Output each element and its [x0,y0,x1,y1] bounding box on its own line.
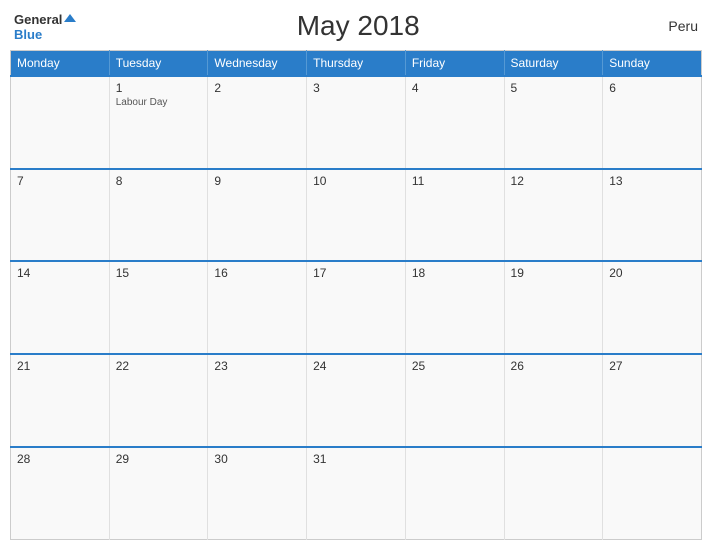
day-number: 2 [214,81,300,95]
day-number: 22 [116,359,202,373]
day-number: 8 [116,174,202,188]
table-row: 10 [307,169,406,262]
day-number: 23 [214,359,300,373]
table-row: 6 [603,76,702,169]
table-row: 8 [109,169,208,262]
calendar-table: Monday Tuesday Wednesday Thursday Friday… [10,50,702,540]
col-monday: Monday [11,51,110,77]
table-row: 11 [405,169,504,262]
day-number: 15 [116,266,202,280]
day-number: 17 [313,266,399,280]
table-row [405,447,504,540]
table-row: 24 [307,354,406,447]
day-number: 14 [17,266,103,280]
country-label: Peru [638,18,698,34]
header: General Blue May 2018 Peru [10,10,702,42]
table-row: 28 [11,447,110,540]
logo-blue: Blue [14,28,42,41]
table-row: 16 [208,261,307,354]
day-number: 3 [313,81,399,95]
day-number: 6 [609,81,695,95]
day-number: 11 [412,174,498,188]
day-number: 24 [313,359,399,373]
day-number: 26 [511,359,597,373]
page-title: May 2018 [78,10,638,42]
table-row: 23 [208,354,307,447]
col-sunday: Sunday [603,51,702,77]
day-number: 7 [17,174,103,188]
day-number: 4 [412,81,498,95]
day-number: 25 [412,359,498,373]
day-number: 13 [609,174,695,188]
day-number: 1 [116,81,202,95]
table-row: 13 [603,169,702,262]
calendar-week-row: 789 10 11 12 13 [11,169,702,262]
table-row: 14 [11,261,110,354]
table-row: 25 [405,354,504,447]
calendar-week-row: 1 Labour Day 23456 [11,76,702,169]
col-thursday: Thursday [307,51,406,77]
day-number: 21 [17,359,103,373]
day-number: 27 [609,359,695,373]
table-row: 17 [307,261,406,354]
calendar-week-row: 28 29 30 31 [11,447,702,540]
table-row: 18 [405,261,504,354]
table-row: 20 [603,261,702,354]
day-number: 10 [313,174,399,188]
table-row: 3 [307,76,406,169]
day-number: 19 [511,266,597,280]
table-row: 15 [109,261,208,354]
table-row: 21 [11,354,110,447]
day-number: 16 [214,266,300,280]
day-number: 30 [214,452,300,466]
day-number: 5 [511,81,597,95]
logo-general: General [14,13,62,26]
day-number: 31 [313,452,399,466]
calendar-week-row: 14 15 16 17 18 19 20 [11,261,702,354]
table-row: 7 [11,169,110,262]
table-row: 31 [307,447,406,540]
day-number: 12 [511,174,597,188]
day-number: 29 [116,452,202,466]
table-row: 29 [109,447,208,540]
logo: General Blue [14,12,78,41]
table-row: 30 [208,447,307,540]
table-row: 22 [109,354,208,447]
col-tuesday: Tuesday [109,51,208,77]
table-row: 5 [504,76,603,169]
col-friday: Friday [405,51,504,77]
table-row [11,76,110,169]
calendar-header-row: Monday Tuesday Wednesday Thursday Friday… [11,51,702,77]
table-row: 4 [405,76,504,169]
col-wednesday: Wednesday [208,51,307,77]
table-row [603,447,702,540]
table-row: 27 [603,354,702,447]
table-row [504,447,603,540]
day-number: 20 [609,266,695,280]
table-row: 1 Labour Day [109,76,208,169]
calendar-page: General Blue May 2018 Peru Monday Tuesda… [0,0,712,550]
table-row: 26 [504,354,603,447]
logo-icon [62,12,78,28]
table-row: 9 [208,169,307,262]
table-row: 19 [504,261,603,354]
day-number: 18 [412,266,498,280]
calendar-week-row: 21 22 23 24 25 26 27 [11,354,702,447]
col-saturday: Saturday [504,51,603,77]
table-row: 12 [504,169,603,262]
day-number: 9 [214,174,300,188]
event-label: Labour Day [116,97,202,108]
day-number: 28 [17,452,103,466]
table-row: 2 [208,76,307,169]
